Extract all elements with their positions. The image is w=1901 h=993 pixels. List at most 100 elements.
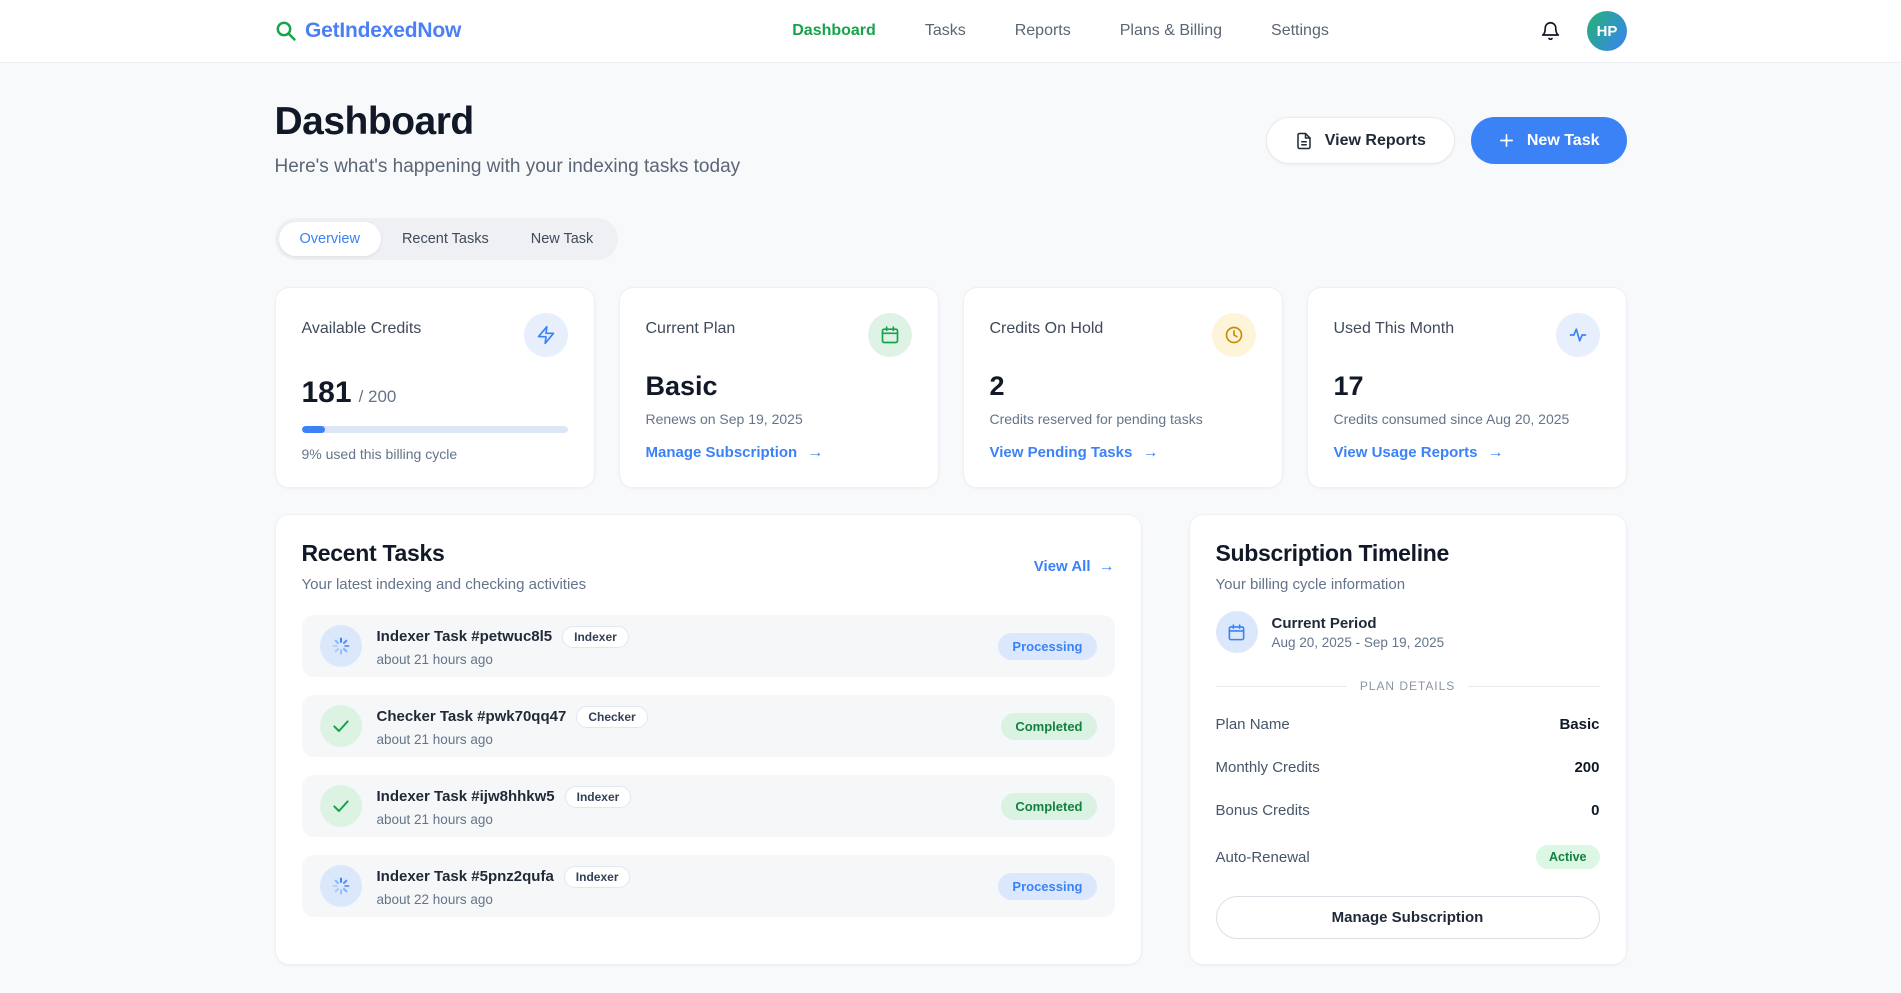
nav-item-plans-billing[interactable]: Plans & Billing [1120,22,1222,40]
view-usage-reports-link-label: View Usage Reports [1334,444,1478,461]
detail-label: Monthly Credits [1216,759,1320,776]
main-content: Dashboard Here's what's happening with y… [275,63,1627,993]
user-avatar[interactable]: HP [1587,11,1627,51]
top-navigation-bar: GetIndexedNow Dashboard Tasks Reports Pl… [0,0,1901,63]
manage-subscription-button[interactable]: Manage Subscription [1216,896,1600,939]
view-all-label: View All [1034,558,1091,575]
view-reports-button[interactable]: View Reports [1266,117,1455,164]
nav-item-dashboard[interactable]: Dashboard [792,22,876,40]
current-period-label: Current Period [1272,615,1445,632]
page-header-text: Dashboard Here's what's happening with y… [275,100,741,178]
subscription-subtitle: Your billing cycle information [1216,576,1600,593]
stat-card-current-plan: Current Plan Basic Renews on Sep 19, 202… [619,287,939,488]
detail-label: Plan Name [1216,716,1290,733]
check-icon [320,785,362,827]
detail-value: 200 [1574,759,1599,776]
manage-subscription-link-label: Manage Subscription [646,444,798,461]
plan-details-divider: PLAN DETAILS [1216,679,1600,693]
arrow-right-icon: → [807,445,823,461]
subscription-title: Subscription Timeline [1216,540,1600,567]
arrow-right-icon: → [1487,445,1503,461]
stat-card-label: Used This Month [1334,320,1455,338]
calendar-icon [1216,611,1258,653]
current-plan-value: Basic [646,371,718,402]
main-nav: Dashboard Tasks Reports Plans & Billing … [792,22,1329,40]
detail-row-bonus-credits: Bonus Credits 0 [1216,789,1600,832]
credits-usage-caption: 9% used this billing cycle [302,446,568,462]
notifications-bell-icon[interactable] [1540,21,1561,42]
stat-card-label: Credits On Hold [990,320,1104,338]
credits-on-hold-caption: Credits reserved for pending tasks [990,411,1256,427]
check-icon [320,705,362,747]
status-badge: Completed [1001,713,1096,740]
nav-item-tasks[interactable]: Tasks [925,22,966,40]
search-logo-icon [274,19,298,43]
task-row[interactable]: Checker Task #pwk70qq47 Checker about 21… [302,695,1115,757]
arrow-right-icon: → [1099,559,1115,575]
topbar-right: HP [1540,11,1627,51]
app-logo-text: GetIndexedNow [305,19,461,43]
status-badge: Completed [1001,793,1096,820]
view-reports-label: View Reports [1325,132,1426,150]
tab-new-task[interactable]: New Task [510,222,615,256]
task-timestamp: about 21 hours ago [377,732,1002,747]
current-period-row: Current Period Aug 20, 2025 - Sep 19, 20… [1216,611,1600,653]
stat-card-credits-on-hold: Credits On Hold 2 Credits reserved for p… [963,287,1283,488]
spinner-icon [320,865,362,907]
credits-on-hold-value: 2 [990,371,1005,402]
task-timestamp: about 22 hours ago [377,892,999,907]
app-logo[interactable]: GetIndexedNow [274,19,461,43]
detail-row-auto-renewal: Auto-Renewal Active [1216,832,1600,882]
detail-value: Basic [1559,716,1599,733]
manage-subscription-link[interactable]: Manage Subscription → [646,444,824,461]
available-credits-total: / 200 [359,387,397,407]
task-name: Indexer Task #5pnz2qufa [377,868,554,885]
task-name: Checker Task #pwk70qq47 [377,708,567,725]
task-timestamp: about 21 hours ago [377,812,1002,827]
activity-icon [1556,313,1600,357]
task-timestamp: about 21 hours ago [377,652,999,667]
task-row[interactable]: Indexer Task #petwuc8l5 Indexer about 21… [302,615,1115,677]
task-row[interactable]: Indexer Task #5pnz2qufa Indexer about 22… [302,855,1115,917]
recent-tasks-header-text: Recent Tasks Your latest indexing and ch… [302,540,587,593]
calendar-icon [868,313,912,357]
view-pending-tasks-link[interactable]: View Pending Tasks → [990,444,1159,461]
task-type-badge: Indexer [565,786,632,808]
available-credits-value: 181 [302,376,352,410]
credits-progress-fill [302,426,326,433]
stat-cards-row: Available Credits 181 / 200 9% used this… [275,287,1627,488]
view-usage-reports-link[interactable]: View Usage Reports → [1334,444,1504,461]
view-tabs: Overview Recent Tasks New Task [275,218,619,260]
new-task-button[interactable]: New Task [1471,117,1627,164]
nav-item-settings[interactable]: Settings [1271,22,1329,40]
detail-label: Auto-Renewal [1216,849,1310,866]
new-task-label: New Task [1527,132,1600,150]
task-type-badge: Indexer [562,626,629,648]
detail-value: 0 [1591,802,1599,819]
detail-label: Bonus Credits [1216,802,1310,819]
recent-tasks-panel: Recent Tasks Your latest indexing and ch… [275,514,1142,965]
spinner-icon [320,625,362,667]
stat-card-used-this-month: Used This Month 17 Credits consumed sinc… [1307,287,1627,488]
credits-progress-bar [302,426,568,433]
nav-item-reports[interactable]: Reports [1015,22,1071,40]
task-list: Indexer Task #petwuc8l5 Indexer about 21… [302,615,1115,917]
current-period-range: Aug 20, 2025 - Sep 19, 2025 [1272,635,1445,650]
tab-recent-tasks[interactable]: Recent Tasks [381,222,510,256]
task-type-badge: Indexer [564,866,631,888]
task-type-badge: Checker [576,706,647,728]
status-badge: Processing [998,633,1096,660]
clock-icon [1212,313,1256,357]
detail-row-plan-name: Plan Name Basic [1216,703,1600,746]
task-row[interactable]: Indexer Task #ijw8hhkw5 Indexer about 21… [302,775,1115,837]
recent-tasks-subtitle: Your latest indexing and checking activi… [302,576,587,593]
detail-row-monthly-credits: Monthly Credits 200 [1216,746,1600,789]
tab-overview[interactable]: Overview [279,222,381,256]
page-header-actions: View Reports New Task [1266,117,1627,164]
view-pending-tasks-link-label: View Pending Tasks [990,444,1133,461]
auto-renewal-status-badge: Active [1536,845,1600,869]
subscription-timeline-panel: Subscription Timeline Your billing cycle… [1189,514,1627,965]
task-name: Indexer Task #ijw8hhkw5 [377,788,555,805]
view-all-link[interactable]: View All → [1034,558,1115,575]
plan-renewal-caption: Renews on Sep 19, 2025 [646,411,912,427]
